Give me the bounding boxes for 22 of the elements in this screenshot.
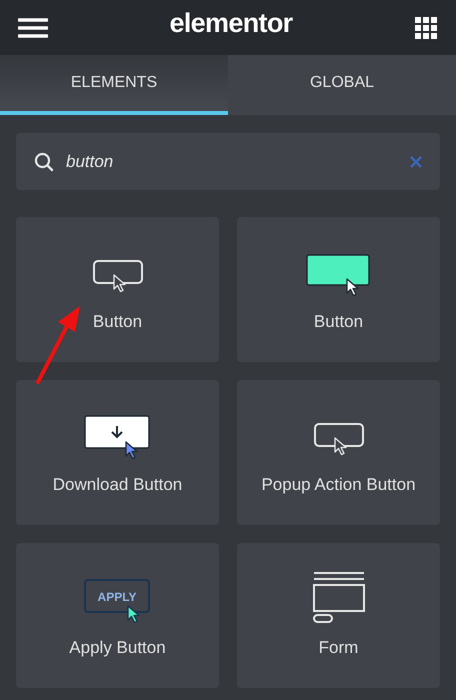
widget-card[interactable]: Download Button (16, 380, 219, 525)
apps-grid-icon[interactable] (414, 16, 438, 40)
search-input[interactable]: button (66, 148, 398, 174)
widget-card[interactable]: Form (237, 543, 440, 688)
tab[interactable]: GLOBAL (228, 55, 456, 115)
menu-icon[interactable] (18, 16, 48, 38)
widget-label: Download Button (52, 474, 182, 496)
button-cursor-icon (304, 252, 372, 297)
widget-card[interactable]: Button (16, 217, 219, 362)
search-icon (34, 152, 54, 172)
widget-card[interactable]: APPLY Apply Button (16, 543, 219, 688)
widget-card[interactable]: Button (237, 217, 440, 362)
search-field[interactable]: button (16, 133, 440, 190)
logo: elementor (170, 7, 292, 40)
download-button-icon (82, 414, 152, 460)
widget-label: Apply Button (69, 636, 166, 659)
form-icon (312, 570, 366, 623)
widget-label: Popup Action Button (261, 474, 416, 496)
widget-label: Button (92, 310, 142, 333)
widget-card[interactable]: Popup Action Button (237, 380, 440, 525)
widget-label: Form (318, 636, 358, 659)
widget-label: Button (314, 310, 364, 333)
